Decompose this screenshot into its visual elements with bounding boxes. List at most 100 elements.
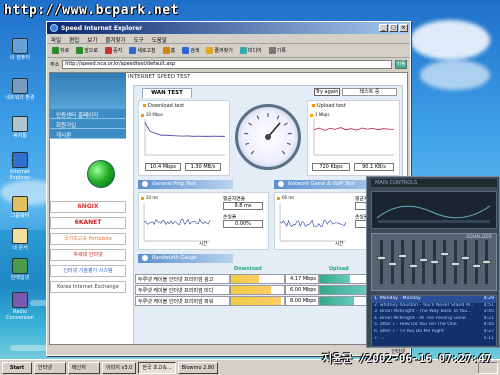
eq-slider-knob[interactable] bbox=[429, 260, 439, 264]
desktop-icon[interactable]: 한메일넷 bbox=[4, 258, 36, 281]
nav-item[interactable]: 인증센터 홈페이지 bbox=[50, 109, 126, 119]
upload-graph bbox=[313, 119, 395, 156]
eq-slider-knob[interactable] bbox=[377, 256, 386, 260]
go-button[interactable]: 이동 bbox=[395, 59, 407, 69]
player-title[interactable]: MAIN CONTROLS bbox=[371, 179, 497, 187]
eq-slider-knob[interactable] bbox=[419, 258, 428, 262]
desktop-icon[interactable]: Radio Conversion bbox=[4, 292, 36, 321]
eq-slider[interactable] bbox=[461, 240, 470, 284]
eq-slider-knob[interactable] bbox=[450, 262, 460, 266]
nav-item[interactable]: 게시판 bbox=[50, 129, 126, 139]
menu-item[interactable]: 파일 bbox=[51, 36, 61, 44]
toolbar-button[interactable]: 검색 bbox=[180, 46, 201, 56]
eq-slider[interactable] bbox=[429, 240, 439, 284]
partner-banner[interactable]: 6KANET bbox=[50, 217, 126, 229]
eq-slider-knob[interactable] bbox=[408, 264, 418, 268]
ping-test-label: General Ping Test bbox=[152, 181, 196, 187]
partner-banner[interactable]: Korea Internet Exchange bbox=[50, 281, 126, 293]
partner-banner[interactable]: 인터넷 기술평가 시스템 bbox=[50, 265, 126, 277]
eq-slider[interactable] bbox=[482, 240, 491, 284]
partner-banner[interactable]: 하세대 인터넷 bbox=[50, 249, 126, 261]
toolbar-label: 중지 bbox=[113, 48, 123, 54]
desktop-icon[interactable]: 네트워크 환경 bbox=[4, 78, 36, 101]
taskbar-task[interactable]: 이미지 v3.0 bbox=[102, 361, 137, 374]
equalizer-panel: EQUALIZER bbox=[371, 233, 497, 291]
menu-item[interactable]: 즐겨찾기 bbox=[105, 36, 125, 44]
toolbar-button[interactable]: 뒤로 bbox=[50, 46, 71, 56]
desktop-icon-label: 내 문서 bbox=[12, 245, 28, 251]
eq-slider[interactable] bbox=[377, 240, 386, 284]
desktop-icon[interactable]: 내 컴퓨터 bbox=[4, 38, 36, 61]
desktop-icon-label: Radio Conversion bbox=[5, 309, 35, 321]
eq-slider-knob[interactable] bbox=[398, 254, 407, 258]
menu-item[interactable]: 보기 bbox=[87, 36, 97, 44]
desktop-icon-label: 그룹웨어 bbox=[10, 213, 30, 219]
address-input[interactable] bbox=[62, 59, 392, 69]
toolbar-button[interactable]: 중지 bbox=[103, 46, 124, 56]
equalizer-label: EQUALIZER bbox=[466, 235, 492, 240]
upload-test-title: Upload test bbox=[312, 103, 346, 109]
playlist-item[interactable]: 3. Brian McKnight - The Way Back To You.… bbox=[372, 309, 496, 316]
eq-slider-knob[interactable] bbox=[471, 264, 481, 268]
eq-slider[interactable] bbox=[408, 240, 418, 284]
nav-item[interactable]: 회원가입 bbox=[50, 119, 126, 129]
eq-slider[interactable] bbox=[450, 240, 460, 284]
eq-slider[interactable] bbox=[471, 240, 481, 284]
desktop-icon[interactable]: 휴지통 bbox=[4, 116, 36, 139]
taskbar-task[interactable]: Blowmo 2.80 bbox=[177, 361, 219, 374]
toolbar-button[interactable]: 미디어 bbox=[238, 46, 264, 56]
playlist-item[interactable]: 7. ... 5:11 bbox=[372, 336, 496, 343]
toolbar-button[interactable]: 새로고침 bbox=[127, 46, 157, 56]
minimize-button[interactable]: _ bbox=[379, 24, 388, 32]
desktop-icon-label: 네트워크 환경 bbox=[5, 95, 35, 101]
eq-slider[interactable] bbox=[440, 240, 449, 284]
playlist-item[interactable]: 5. after 7 - How Do You Tell The One 4:45 bbox=[372, 322, 496, 329]
desktop-icon[interactable]: Internet Explorer bbox=[4, 152, 36, 181]
playlist-item[interactable]: 4. Brian McKnight - At The Feeling Gone 4… bbox=[372, 316, 496, 323]
menu-item[interactable]: 도구 bbox=[134, 36, 144, 44]
playlist-title: 4. Brian McKnight - At The Feeling Gone bbox=[374, 315, 466, 321]
toolbar-label: 뒤로 bbox=[60, 48, 70, 54]
taskbar-task[interactable]: 한국 초고속... bbox=[138, 361, 176, 374]
toolbar-button[interactable]: 즐겨찾기 bbox=[204, 46, 234, 56]
left-navigation: 인증센터 홈페이지 회원가입 게시판 6NGIX 6KANET 국가초고속 Portal… bbox=[50, 73, 126, 344]
upload-test-box: Upload test 1 Mbps 720 Kbps 90.1 KB/s bbox=[307, 100, 400, 176]
playlist-item[interactable]: 6. after 7 - Til You Do Me Right 4:27 bbox=[372, 329, 496, 336]
ping-graph bbox=[143, 203, 211, 242]
taskbar-task[interactable]: 인터넷 bbox=[34, 361, 66, 374]
taskbar-task[interactable]: 메신저 bbox=[68, 361, 100, 374]
eq-slider-knob[interactable] bbox=[440, 252, 449, 256]
playlist-item[interactable]: 1. Monday - Monday 4:29 bbox=[372, 296, 496, 303]
maximize-button[interactable]: □ bbox=[389, 24, 398, 32]
toolbar-button[interactable]: 홈 bbox=[161, 46, 178, 56]
playlist-duration: 4:51 bbox=[483, 302, 494, 308]
desktop-icon[interactable]: 그룹웨어 bbox=[4, 196, 36, 219]
eq-slider-knob[interactable] bbox=[461, 256, 470, 260]
menu-item[interactable]: 도움말 bbox=[152, 36, 167, 44]
playlist-duration: 3:45 bbox=[483, 309, 494, 315]
desktop-icon[interactable]: 내 문서 bbox=[4, 228, 36, 251]
eq-slider-knob[interactable] bbox=[482, 260, 491, 264]
eq-slider[interactable] bbox=[419, 240, 428, 284]
eq-slider-knob[interactable] bbox=[387, 262, 397, 266]
tab-wan-test[interactable]: WAN TEST bbox=[142, 88, 192, 98]
browser-titlebar[interactable]: Speed Internet Explorer _ □ × bbox=[47, 22, 410, 34]
partner-banner[interactable]: 6NGIX bbox=[50, 201, 126, 213]
menu-item[interactable]: 편집 bbox=[69, 36, 79, 44]
playlist-duration: 4:27 bbox=[483, 328, 494, 334]
toolbar-button[interactable]: 앞으로 bbox=[74, 46, 100, 56]
playlist-title: 7. ... bbox=[374, 335, 385, 341]
close-button[interactable]: × bbox=[399, 24, 408, 32]
start-button[interactable]: Start bbox=[2, 361, 32, 374]
try-again-button[interactable]: Try again bbox=[314, 88, 340, 96]
game-test-label: Network Game & VoIP Test bbox=[288, 181, 355, 187]
playlist-title: 2. whitney houston - You'll Never Stand … bbox=[374, 302, 475, 308]
eq-slider[interactable] bbox=[398, 240, 407, 284]
playlist-title: 5. after 7 - How Do You Tell The One bbox=[374, 322, 457, 328]
ping-test-box: 20 ms 평균지연율 9.8 ms 손실율 0.00% 시간 bbox=[138, 192, 269, 250]
toolbar-button[interactable]: 기록 bbox=[267, 46, 288, 56]
partner-banner[interactable]: 국가초고속 Portalsite bbox=[50, 233, 126, 245]
eq-slider[interactable] bbox=[387, 240, 397, 284]
ping-series-line bbox=[143, 218, 211, 226]
playlist-item[interactable]: 2. whitney houston - You'll Never Stand … bbox=[372, 303, 496, 310]
